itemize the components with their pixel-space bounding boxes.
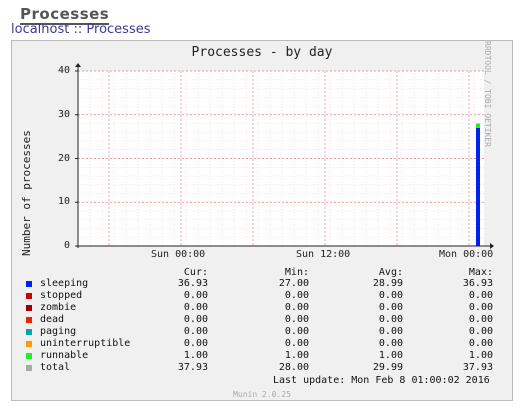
value-cell: 1.00 [468, 350, 493, 361]
value-cell: 29.99 [372, 362, 403, 373]
legend-label: uninterruptible [40, 338, 131, 349]
legend-label: total [40, 362, 71, 373]
value-cell: 0.00 [468, 338, 493, 349]
munin-version: Munin 2.0.25 [233, 390, 291, 399]
value-cell: 1.00 [284, 350, 309, 361]
legend-swatch-paging [26, 329, 32, 335]
legend-swatch-zombie [26, 305, 32, 311]
legend-swatch-dead [26, 317, 32, 323]
value-cell: 36.93 [462, 278, 493, 289]
x-tick-label: Mon 00:00 [439, 249, 494, 260]
legend-swatch-total [26, 365, 32, 371]
value-cell: 0.00 [284, 326, 309, 337]
legend-swatch-stopped [26, 293, 32, 299]
value-cell: 0.00 [378, 338, 403, 349]
value-cell: 0.00 [378, 326, 403, 337]
x-tick-label: Sun 00:00 [151, 249, 206, 260]
last-update: Last update: Mon Feb 8 01:00:02 2016 [273, 375, 490, 386]
value-cell: 28.00 [278, 362, 309, 373]
graph-image: Processes - by day Number of processes R… [11, 40, 513, 401]
value-cell: 0.00 [183, 290, 208, 301]
column-header-min: Min: [284, 267, 309, 278]
x-tick-label: Sun 12:00 [296, 249, 351, 260]
legend-label: zombie [40, 302, 77, 313]
breadcrumb: localhost :: Processes [11, 22, 151, 37]
legend-label: paging [40, 326, 77, 337]
legend-label: runnable [40, 350, 89, 361]
value-cell: 0.00 [183, 302, 208, 313]
value-cell: 0.00 [378, 314, 403, 325]
value-cell: 0.00 [183, 314, 208, 325]
legend-label: dead [40, 314, 65, 325]
value-cell: 0.00 [284, 302, 309, 313]
value-cell: 0.00 [468, 290, 493, 301]
value-cell: 37.93 [177, 362, 208, 373]
legend-swatch-uninterruptible [26, 341, 32, 347]
value-cell: 1.00 [378, 350, 403, 361]
value-cell: 0.00 [468, 326, 493, 337]
value-cell: 0.00 [284, 314, 309, 325]
breadcrumb-current: Processes [86, 22, 151, 37]
value-cell: 36.93 [177, 278, 208, 289]
y-tick-label: 30 [57, 109, 70, 120]
value-cell: 0.00 [468, 302, 493, 313]
y-axis-arrow [75, 63, 81, 67]
column-header-max: Max: [468, 267, 493, 278]
column-header-avg: Avg: [378, 267, 403, 278]
y-tick-label: 40 [57, 65, 70, 76]
column-header-cur: Cur: [183, 267, 208, 278]
value-cell: 0.00 [284, 290, 309, 301]
legend-label: stopped [40, 290, 83, 301]
y-tick-label: 10 [57, 196, 70, 207]
legend-swatch-runnable [26, 353, 32, 359]
value-cell: 27.00 [278, 278, 309, 289]
value-cell: 0.00 [378, 290, 403, 301]
legend-label: sleeping [40, 278, 89, 289]
value-cell: 0.00 [468, 314, 493, 325]
area-sleeping [476, 127, 480, 246]
value-cell: 0.00 [183, 338, 208, 349]
breadcrumb-host-link[interactable]: localhost [11, 22, 69, 37]
legend-swatch-sleeping [26, 281, 32, 287]
value-cell: 28.99 [372, 278, 403, 289]
y-tick-label: 0 [63, 240, 70, 251]
breadcrumb-separator: :: [73, 22, 83, 37]
value-cell: 0.00 [284, 338, 309, 349]
value-cell: 0.00 [183, 326, 208, 337]
area-runnable [476, 123, 480, 128]
value-cell: 1.00 [183, 350, 208, 361]
y-tick-label: 20 [57, 153, 70, 164]
value-cell: 0.00 [378, 302, 403, 313]
value-cell: 37.93 [462, 362, 493, 373]
